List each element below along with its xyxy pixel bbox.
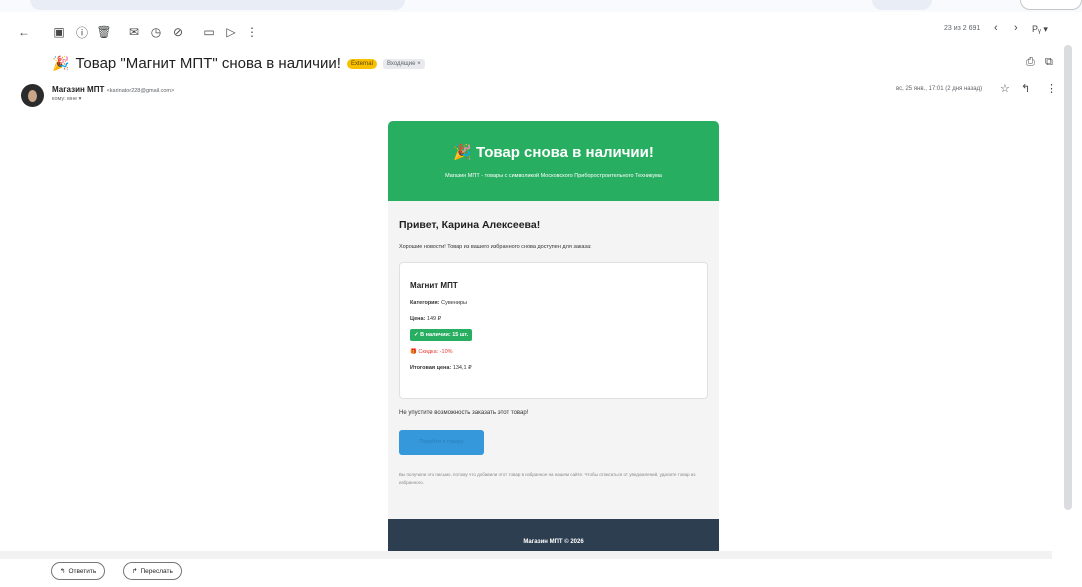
external-label: External (346, 58, 377, 69)
subject-row: 🎉 Товар "Магнит МПТ" снова в наличии! Ex… (52, 55, 425, 72)
open-new-window-icon[interactable]: ⧉ (1045, 56, 1053, 69)
back-arrow-icon[interactable]: ← (16, 24, 32, 40)
final-price: Итоговая цена: 134,1 ₽ (410, 365, 472, 371)
email-subject: Товар "Магнит МПТ" снова в наличии! (75, 55, 341, 72)
gift-icon: 🎁 (410, 349, 417, 355)
scrollbar[interactable] (1064, 45, 1072, 510)
bottom-strip (0, 551, 1052, 559)
email-title: 🎉 Товар снова в наличии! (453, 144, 654, 161)
pager-text: 23 из 2 691 (944, 25, 981, 32)
email-footer: Магазин МПТ © 2026 (388, 519, 719, 553)
reply-icon[interactable]: ↰ (1021, 82, 1030, 95)
party-popper-icon: 🎉 (453, 144, 472, 161)
more-vert-icon[interactable]: ⋮ (244, 24, 260, 40)
snooze-icon[interactable]: ◷ (148, 24, 164, 40)
product-category: Категория: Сувениры (410, 300, 467, 306)
input-tools-icon[interactable]: Pᵧ ▾ (1032, 24, 1048, 35)
email-header-banner: 🎉 Товар снова в наличии! Магазин МПТ - т… (388, 121, 719, 201)
sender-name[interactable]: Магазин МПТ (52, 85, 104, 94)
account-button[interactable] (1020, 0, 1082, 10)
forward-icon: ↱ (132, 568, 138, 575)
delete-icon[interactable]: 🗑 (96, 24, 112, 40)
sender-email: <karinator228@gmail.com> (106, 88, 175, 94)
star-icon[interactable]: ☆ (1000, 82, 1010, 95)
product-price: Цена: 149 ₽ (410, 316, 442, 322)
move-to-icon[interactable]: ▭ (201, 24, 217, 40)
product-name: Магнит МПТ (410, 281, 458, 290)
recipient-dropdown[interactable]: кому: мне ▾ (52, 96, 81, 102)
mark-unread-icon[interactable]: ✉ (126, 24, 142, 40)
cta-text: Не упустите возможность заказать этот то… (399, 410, 529, 416)
sender-line: Магазин МПТ <karinator228@gmail.com> (52, 85, 174, 94)
label-icon[interactable]: ▷ (223, 24, 239, 40)
product-card: Магнит МПТ Категория: Сувениры Цена: 149… (399, 262, 708, 399)
go-to-product-button[interactable]: Перейти к товару (399, 430, 484, 455)
discount-text: 🎁 Скидка: -10% (410, 349, 453, 355)
newer-chevron-icon[interactable]: ‹ (994, 22, 998, 34)
inbox-label[interactable]: Входящие × (382, 58, 425, 69)
reply-icon: ↰ (60, 568, 66, 575)
unsubscribe-note: Вы получили это письмо, потому что добав… (399, 472, 696, 485)
report-spam-icon[interactable]: ⓘ (74, 24, 90, 40)
forward-button[interactable]: ↱ Переслать (123, 562, 182, 580)
top-bar (0, 0, 1082, 12)
search-bar[interactable] (30, 0, 405, 10)
archive-icon[interactable]: ▣ (51, 24, 67, 40)
print-icon[interactable]: ⎙ (1026, 56, 1035, 69)
more-vert-icon[interactable]: ⋮ (1046, 82, 1057, 95)
older-chevron-icon[interactable]: › (1014, 22, 1018, 34)
intro-text: Хорошие новости! Товар из вашего избранн… (399, 244, 592, 250)
top-bar-control[interactable] (872, 0, 932, 10)
party-popper-icon: 🎉 (52, 55, 70, 71)
add-task-icon[interactable]: ⊘ (170, 24, 186, 40)
stock-badge: ✓ В наличии: 15 шт. (410, 329, 473, 341)
email-date: вс, 25 янв., 17:01 (2 дня назад) (896, 86, 983, 92)
email-body: 🎉 Товар снова в наличии! Магазин МПТ - т… (388, 121, 719, 553)
reply-button[interactable]: ↰ Ответить (51, 562, 106, 580)
avatar[interactable] (21, 84, 44, 107)
email-subtitle: Магазин МПТ - товары с символикой Москов… (445, 173, 662, 179)
greeting: Привет, Карина Алексеева! (399, 219, 541, 231)
